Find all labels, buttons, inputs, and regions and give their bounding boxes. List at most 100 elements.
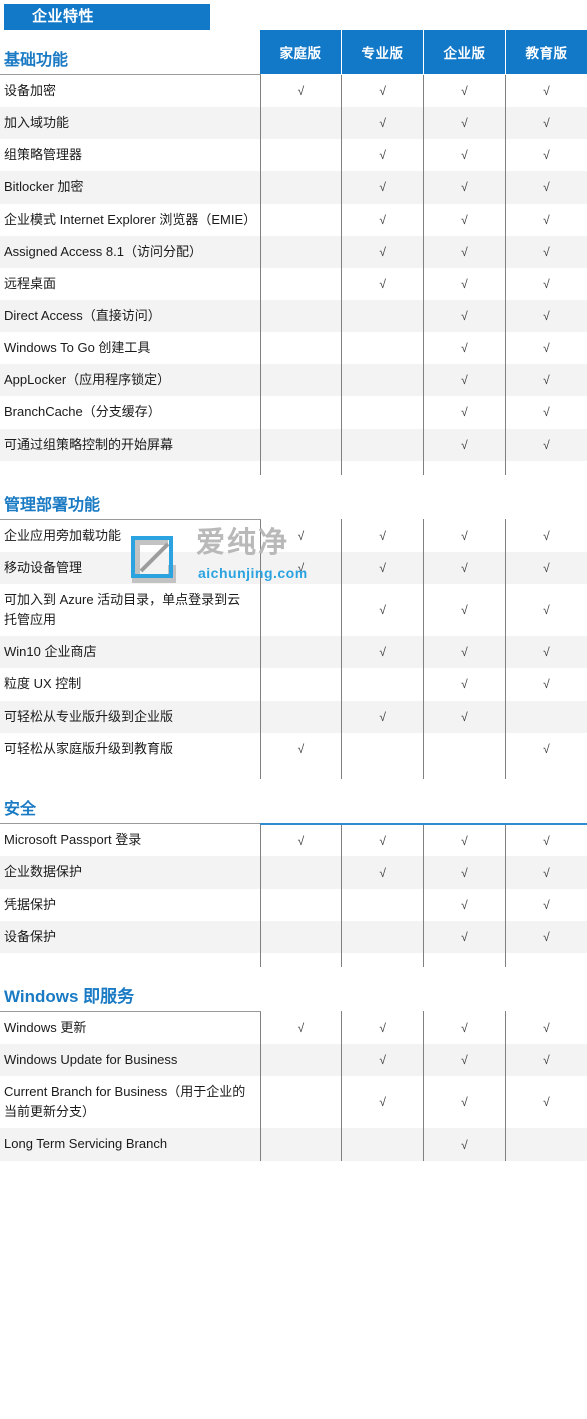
spacer-option-cell (504, 764, 587, 779)
check-icon: √ (461, 83, 468, 98)
check-cell-empty (259, 203, 342, 236)
table-row: BranchCache（分支缓存） √ √ (0, 396, 587, 429)
feature-label: Win10 企业商店 (0, 636, 260, 669)
check-icon: √ (297, 833, 305, 848)
check-icon: √ (297, 528, 305, 543)
check-icon: √ (297, 83, 305, 98)
spacer-option-cell (341, 764, 424, 779)
spacer-option-cell (423, 764, 506, 779)
check-cell-supported: √ (423, 428, 506, 461)
check-cell-empty (504, 1128, 587, 1161)
check-cell-supported: √ (504, 920, 587, 953)
spacer-option-cell (504, 460, 587, 475)
check-cell-supported: √ (504, 299, 587, 333)
check-cell-supported: √ (504, 551, 587, 584)
check-cell-empty (341, 1128, 424, 1161)
feature-label: Windows Update for Business (0, 1044, 260, 1077)
spacer-option-cell (259, 764, 342, 779)
check-cell-supported: √ (504, 668, 587, 701)
check-icon: √ (379, 180, 386, 195)
feature-label: Direct Access（直接访问） (0, 299, 260, 333)
table-row: Microsoft Passport 登录 √ √ √ √ (0, 822, 587, 857)
check-cell-supported: √ (423, 235, 506, 268)
check-cell-supported: √ (504, 267, 587, 300)
check-cell-empty (423, 732, 506, 765)
check-cell-supported: √ (341, 171, 424, 204)
check-cell-supported: √ (504, 1011, 587, 1045)
check-icon: √ (461, 116, 468, 131)
check-icon: √ (461, 309, 468, 324)
check-icon: √ (543, 1020, 550, 1035)
check-icon: √ (461, 929, 468, 944)
table-row: Windows Update for Business √ √ √ (0, 1044, 587, 1077)
table-row: Bitlocker 加密 √ √ √ (0, 171, 587, 204)
comparison-table-root: 基础功能 家庭版 专业版 企业版 教育版 设备加密 √ √ √ √ 加入域功能 √ √ √ 组策略管理器 √ √… (0, 30, 587, 1161)
section-column-headers (260, 967, 587, 1011)
section-column-headers (260, 779, 587, 823)
column-header-3[interactable]: 教育版 (506, 30, 587, 74)
column-header-0[interactable]: 家庭版 (260, 30, 341, 74)
spacer-option-cell (423, 952, 506, 967)
spacer-option-cell (423, 460, 506, 475)
table-row: Windows To Go 创建工具 √ √ (0, 332, 587, 365)
check-icon: √ (297, 1020, 305, 1035)
check-cell-supported: √ (341, 1011, 424, 1045)
check-cell-empty (259, 668, 342, 701)
section-header: 基础功能 家庭版 专业版 企业版 教育版 (0, 30, 587, 74)
check-cell-supported: √ (504, 171, 587, 204)
check-cell-supported: √ (504, 583, 587, 637)
check-cell-supported: √ (504, 107, 587, 140)
column-header-2[interactable]: 企业版 (424, 30, 505, 74)
check-icon: √ (543, 83, 550, 98)
check-icon: √ (543, 437, 550, 452)
feature-label: 可加入到 Azure 活动目录，单点登录到云托管应用 (4, 591, 241, 628)
check-cell-empty (259, 107, 342, 140)
check-icon: √ (461, 212, 468, 227)
check-icon: √ (461, 709, 468, 724)
feature-label: 组策略管理器 (4, 147, 83, 163)
feature-label: 设备保护 (0, 920, 260, 953)
check-cell-supported: √ (423, 519, 506, 552)
feature-label: 移动设备管理 (0, 551, 260, 584)
spacer-option-cell (341, 460, 424, 475)
check-icon: √ (543, 560, 550, 575)
check-cell-supported: √ (423, 856, 506, 889)
check-cell-supported: √ (504, 888, 587, 921)
table-row: 企业模式 Internet Explorer 浏览器（EMIE） √ √ √ (0, 203, 587, 236)
check-icon: √ (543, 212, 550, 227)
spacer-label-cell (0, 460, 260, 475)
feature-label: 企业数据保护 (0, 856, 260, 889)
check-icon: √ (461, 677, 468, 692)
check-cell-supported: √ (504, 235, 587, 268)
check-cell-supported: √ (341, 74, 424, 108)
feature-label: 加入域功能 (0, 107, 260, 140)
check-icon: √ (461, 1053, 468, 1068)
check-cell-supported: √ (504, 364, 587, 397)
check-icon: √ (543, 929, 550, 944)
section-header: 管理部署功能 (0, 475, 587, 519)
check-cell-empty (259, 583, 342, 637)
check-icon: √ (379, 244, 386, 259)
check-icon: √ (543, 373, 550, 388)
check-cell-supported: √ (341, 636, 424, 669)
feature-label: 远程桌面 (4, 275, 57, 291)
feature-label: 企业应用旁加载功能 (0, 518, 260, 552)
check-icon: √ (461, 148, 468, 163)
check-icon: √ (379, 83, 386, 98)
check-cell-supported: √ (259, 74, 342, 108)
spacer-option-cell (504, 952, 587, 967)
check-cell-supported: √ (341, 551, 424, 584)
check-cell-empty (259, 171, 342, 204)
check-cell-empty (259, 1128, 342, 1161)
check-cell-supported: √ (423, 396, 506, 429)
column-header-1[interactable]: 专业版 (342, 30, 423, 74)
check-cell-supported: √ (504, 332, 587, 365)
table-spacer-row (0, 952, 587, 967)
check-cell-supported: √ (259, 551, 342, 584)
table-row: 可通过组策略控制的开始屏幕 √ √ (0, 428, 587, 461)
table-row: 企业数据保护 √ √ √ (0, 856, 587, 889)
check-icon: √ (543, 603, 550, 618)
table-row: 凭据保护 √ √ (0, 888, 587, 921)
check-icon: √ (379, 212, 386, 227)
check-cell-supported: √ (423, 203, 506, 236)
